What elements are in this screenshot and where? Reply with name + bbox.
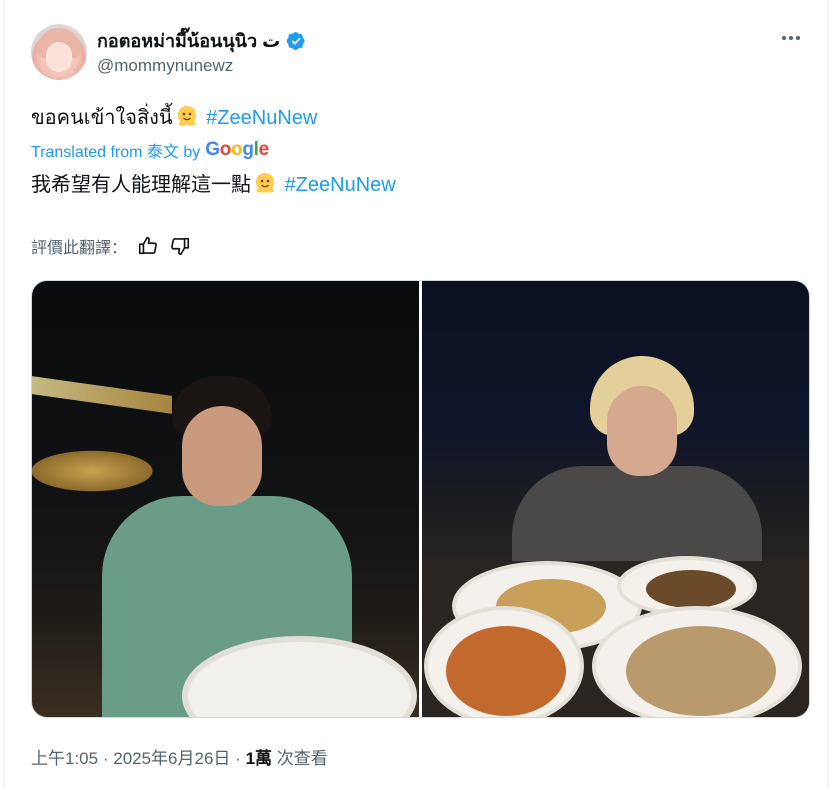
- original-hashtag-link[interactable]: #ZeeNuNew: [206, 107, 317, 129]
- tweet-timestamp-row: 上午1:05 · 2025年6月26日 · 1萬 次查看: [31, 744, 328, 769]
- melting-face-emoji-icon: [175, 104, 199, 128]
- author-handle[interactable]: @mommynunewz: [97, 56, 233, 76]
- avatar[interactable]: [31, 24, 87, 80]
- tweet-media-grid: [31, 280, 810, 718]
- views-label: 次查看: [276, 749, 328, 768]
- tweet-photo-2[interactable]: [422, 281, 809, 717]
- more-icon[interactable]: [777, 28, 805, 48]
- tweet-date[interactable]: 2025年6月26日: [113, 749, 230, 768]
- photo-bowl-noodle-salad: [592, 606, 802, 717]
- translated-hashtag-link[interactable]: #ZeeNuNew: [285, 174, 396, 196]
- translation-attribution: Translated from 泰文 by Google: [31, 138, 269, 162]
- avatar-face: [46, 42, 72, 72]
- photo-face: [182, 406, 262, 506]
- tweet-translated-text: 我希望有人能理解這一點 #ZeeNuNew: [31, 168, 396, 197]
- melting-face-emoji-icon: [253, 171, 277, 195]
- translated-text: 我希望有人能理解這一點: [31, 174, 251, 196]
- separator: ·: [235, 749, 241, 768]
- tweet-time[interactable]: 上午1:05: [31, 749, 98, 768]
- photo-lamp-light: [32, 376, 172, 414]
- rate-translation-label: 評價此翻譯：: [31, 240, 128, 257]
- photo-face: [607, 386, 677, 476]
- verified-badge-icon[interactable]: [286, 31, 306, 51]
- author-name-row: กอตอหม่ามี๊น้อนนุนิว ت: [97, 26, 306, 55]
- thumbs-up-icon[interactable]: [137, 235, 159, 257]
- tweet-original-text: ขอคนเข้าใจสิ่งนี้ #ZeeNuNew: [31, 101, 317, 133]
- original-text: ขอคนเข้าใจสิ่งนี้: [31, 107, 173, 129]
- photo-bowl-curry: [424, 606, 584, 717]
- google-logo: Google: [205, 139, 269, 160]
- tweet-photo-1[interactable]: [32, 281, 419, 717]
- author-display-name[interactable]: กอตอหม่ามี๊น้อนนุนิว ت: [97, 26, 280, 55]
- thumbs-down-icon[interactable]: [169, 235, 191, 257]
- rate-translation-row: 評價此翻譯：: [31, 234, 191, 258]
- tweet-card: กอตอหม่ามี๊น้อนนุนิว ت @mommynunewz ขอคน…: [4, 0, 828, 790]
- translated-from-label: Translated from 泰文 by: [31, 144, 201, 161]
- views-count: 1萬: [245, 749, 273, 768]
- separator: ·: [102, 749, 109, 768]
